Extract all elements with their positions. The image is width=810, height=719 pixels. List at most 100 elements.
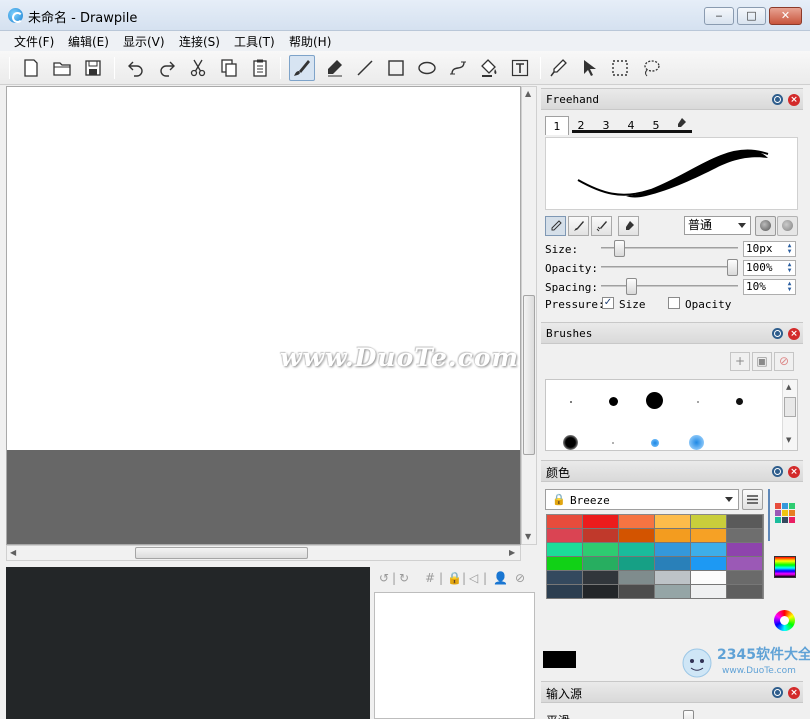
- line-icon[interactable]: [352, 55, 378, 81]
- dock-float-icon[interactable]: [772, 94, 783, 105]
- copy-icon[interactable]: [216, 55, 242, 81]
- layer-undo-icon[interactable]: ↺: [379, 571, 389, 585]
- smudge-mode-icon[interactable]: [591, 216, 612, 236]
- ellipse-icon[interactable]: [414, 55, 440, 81]
- color-swatch[interactable]: [727, 557, 763, 571]
- eraser-marker-icon[interactable]: [321, 55, 347, 81]
- opacity-slider[interactable]: [601, 266, 738, 268]
- color-swatch[interactable]: [691, 515, 727, 529]
- brush-preset-list[interactable]: ▲ ▼: [545, 379, 798, 451]
- brush-list-scrollbar[interactable]: ▲ ▼: [782, 380, 797, 450]
- layer-block-icon[interactable]: ⊘: [515, 571, 525, 585]
- new-file-icon[interactable]: [18, 55, 44, 81]
- subpixel-toggle-icon[interactable]: [777, 216, 798, 236]
- palette-menu-button[interactable]: [742, 489, 763, 510]
- scroll-up-icon[interactable]: ▲: [525, 89, 531, 98]
- color-swatch[interactable]: [619, 515, 655, 529]
- color-swatch[interactable]: [691, 529, 727, 543]
- spin-down-icon[interactable]: ▼: [785, 268, 794, 274]
- palette-grid-icon[interactable]: [774, 502, 796, 524]
- brush-preset[interactable]: [651, 439, 659, 447]
- color-swatch[interactable]: [655, 515, 691, 529]
- spacing-slider[interactable]: [601, 285, 738, 287]
- menu-edit[interactable]: 编辑(E): [68, 33, 109, 50]
- color-swatch[interactable]: [655, 557, 691, 571]
- color-swatch[interactable]: [727, 543, 763, 557]
- lasso-select-icon[interactable]: [638, 55, 664, 81]
- brush-slot-tab[interactable]: 1: [545, 116, 569, 135]
- rectangle-select-icon[interactable]: [607, 55, 633, 81]
- dock-float-icon[interactable]: [772, 466, 783, 477]
- color-swatch[interactable]: [619, 571, 655, 585]
- color-swatch[interactable]: [655, 585, 691, 599]
- close-button[interactable]: ✕: [769, 7, 802, 25]
- color-swatch[interactable]: [655, 529, 691, 543]
- color-swatch[interactable]: [727, 515, 763, 529]
- color-swatch[interactable]: [691, 557, 727, 571]
- menu-session[interactable]: 连接(S): [179, 33, 220, 50]
- undo-icon[interactable]: [123, 55, 149, 81]
- color-swatch[interactable]: [619, 543, 655, 557]
- color-swatch[interactable]: [691, 585, 727, 599]
- color-swatch[interactable]: [547, 515, 583, 529]
- color-swatch[interactable]: [583, 557, 619, 571]
- open-folder-icon[interactable]: [49, 55, 75, 81]
- color-swatch[interactable]: [727, 529, 763, 543]
- brush-preset[interactable]: [563, 435, 578, 450]
- color-swatch[interactable]: [727, 571, 763, 585]
- dock-close-icon[interactable]: ×: [788, 466, 800, 478]
- redo-icon[interactable]: [154, 55, 180, 81]
- smoothing-slider-handle[interactable]: [683, 710, 694, 719]
- scroll-left-icon[interactable]: ◀: [10, 548, 16, 557]
- color-wheel-icon[interactable]: [774, 610, 795, 631]
- brush-preset[interactable]: [697, 401, 699, 403]
- canvas-horizontal-scrollbar[interactable]: ◀ ▶: [6, 545, 521, 561]
- color-swatch[interactable]: [583, 571, 619, 585]
- opacity-spinbox[interactable]: 100% ▲ ▼: [743, 260, 796, 276]
- brush-list-scroll-thumb[interactable]: [784, 397, 796, 417]
- pressure-opacity-checkbox[interactable]: [668, 297, 680, 309]
- current-color-swatch[interactable]: [543, 651, 576, 668]
- spacing-slider-handle[interactable]: [626, 278, 638, 295]
- color-swatch[interactable]: [583, 529, 619, 543]
- color-sliders-icon[interactable]: [774, 556, 796, 578]
- menu-file[interactable]: 文件(F): [14, 33, 54, 50]
- layer-grid-icon[interactable]: #: [425, 571, 435, 585]
- paste-icon[interactable]: [247, 55, 273, 81]
- color-swatch[interactable]: [655, 571, 691, 585]
- dock-float-icon[interactable]: [772, 328, 783, 339]
- color-swatch[interactable]: [691, 543, 727, 557]
- brush-preset[interactable]: [689, 435, 704, 450]
- color-picker-icon[interactable]: [545, 55, 571, 81]
- opacity-slider-handle[interactable]: [727, 259, 738, 276]
- delete-preset-icon[interactable]: ⊘: [774, 352, 794, 371]
- layer-list[interactable]: [374, 592, 535, 719]
- color-swatch[interactable]: [547, 571, 583, 585]
- text-tool-icon[interactable]: [507, 55, 533, 81]
- menu-help[interactable]: 帮助(H): [289, 33, 331, 50]
- canvas-paper[interactable]: [7, 87, 520, 450]
- add-preset-icon[interactable]: +: [730, 352, 750, 371]
- fill-bucket-icon[interactable]: [476, 55, 502, 81]
- spin-down-icon[interactable]: ▼: [785, 249, 794, 255]
- dock-close-icon[interactable]: ×: [788, 687, 800, 699]
- brush-mode-icon[interactable]: [568, 216, 589, 236]
- save-icon[interactable]: [80, 55, 106, 81]
- vertical-scroll-thumb[interactable]: [523, 295, 535, 455]
- pressure-size-checkbox[interactable]: ✓: [602, 297, 614, 309]
- spin-down-icon[interactable]: ▼: [785, 287, 794, 293]
- palette-select[interactable]: 🔒 Breeze: [545, 489, 739, 510]
- maximize-button[interactable]: □: [737, 7, 766, 25]
- layer-user-icon[interactable]: 👤: [493, 571, 508, 585]
- palette-swatches[interactable]: [546, 514, 764, 599]
- layer-flag-icon[interactable]: ◁: [469, 571, 478, 585]
- scroll-down-icon[interactable]: ▼: [786, 436, 791, 444]
- brush-preset[interactable]: [646, 392, 663, 409]
- brush-preset[interactable]: [612, 442, 614, 444]
- pen-mode-icon[interactable]: [545, 216, 566, 236]
- scroll-down-icon[interactable]: ▼: [525, 532, 531, 541]
- brush-preset[interactable]: [736, 398, 743, 405]
- eraser-mode-icon[interactable]: [618, 216, 639, 236]
- size-slider-handle[interactable]: [613, 240, 625, 257]
- spacing-spinbox[interactable]: 10% ▲ ▼: [743, 279, 796, 295]
